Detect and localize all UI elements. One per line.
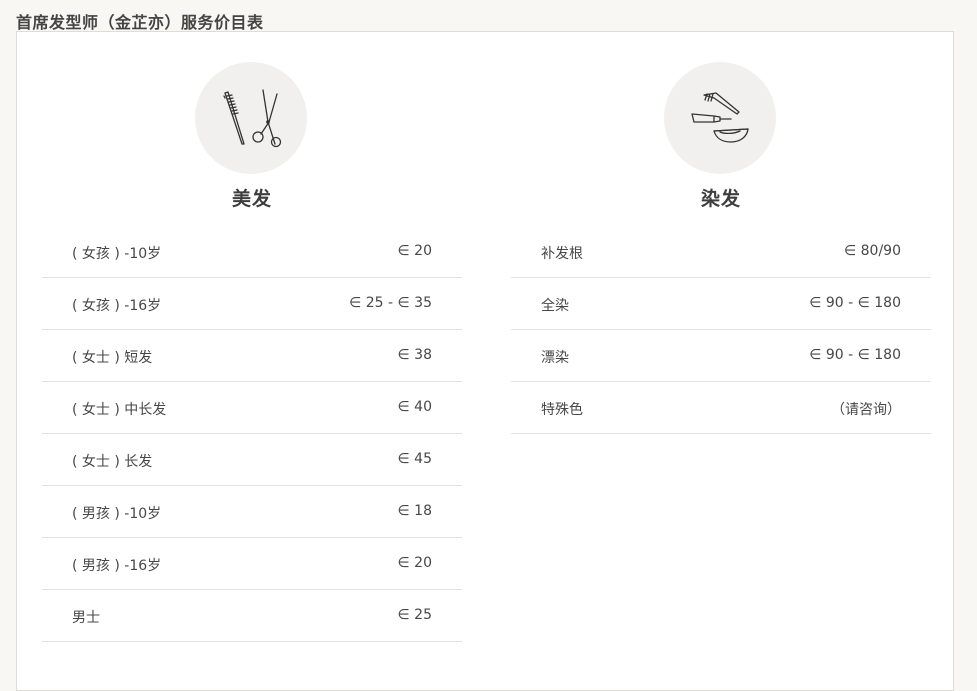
list-item: 补发根 ∈ 80/90 [511, 226, 931, 278]
list-item: ( 女士 ) 短发 ∈ 38 [42, 330, 462, 382]
service-name: ( 女孩 ) -10岁 [72, 246, 162, 262]
service-price: （请咨询） [831, 402, 901, 418]
service-price: ∈ 90 - ∈ 180 [809, 347, 901, 363]
service-price: ∈ 90 - ∈ 180 [809, 295, 901, 311]
list-item: ( 女孩 ) -16岁 ∈ 25 - ∈ 35 [42, 278, 462, 330]
page-title: 首席发型师（金芷亦）服务价目表 [16, 13, 264, 32]
service-name: ( 女士 ) 中长发 [72, 402, 167, 418]
price-list-panel: 美发 ( 女孩 ) -10岁 ∈ 20 ( 女孩 ) -16岁 ∈ 25 - ∈… [16, 31, 954, 691]
service-price: ∈ 25 [397, 607, 432, 623]
coloring-price-list: 补发根 ∈ 80/90 全染 ∈ 90 - ∈ 180 漂染 ∈ 90 - ∈ … [511, 226, 931, 434]
service-name: ( 男孩 ) -16岁 [72, 558, 162, 574]
service-name: ( 女孩 ) -16岁 [72, 298, 162, 314]
list-item: ( 男孩 ) -10岁 ∈ 18 [42, 486, 462, 538]
service-name: ( 女士 ) 短发 [72, 350, 153, 366]
service-price: ∈ 80/90 [844, 243, 901, 259]
list-item: 男士 ∈ 25 [42, 590, 462, 642]
service-price: ∈ 20 [397, 555, 432, 571]
service-name: 男士 [72, 610, 100, 626]
service-price: ∈ 18 [397, 503, 432, 519]
list-item: 漂染 ∈ 90 - ∈ 180 [511, 330, 931, 382]
service-name: 漂染 [541, 350, 569, 366]
service-price: ∈ 45 [397, 451, 432, 467]
service-name: ( 男孩 ) -10岁 [72, 506, 162, 522]
list-item: ( 女士 ) 中长发 ∈ 40 [42, 382, 462, 434]
service-name: 特殊色 [541, 402, 583, 418]
dye-brush-bowl-icon [664, 62, 776, 174]
haircut-price-list: ( 女孩 ) -10岁 ∈ 20 ( 女孩 ) -16岁 ∈ 25 - ∈ 35… [42, 226, 462, 642]
service-price: ∈ 20 [397, 243, 432, 259]
list-item: ( 男孩 ) -16岁 ∈ 20 [42, 538, 462, 590]
section-title-coloring: 染发 [700, 188, 741, 210]
service-price: ∈ 25 - ∈ 35 [349, 295, 432, 311]
service-price: ∈ 40 [397, 399, 432, 415]
list-item: ( 女孩 ) -10岁 ∈ 20 [42, 226, 462, 278]
list-item: 特殊色 （请咨询） [511, 382, 931, 434]
comb-scissors-icon [195, 62, 307, 174]
list-item: 全染 ∈ 90 - ∈ 180 [511, 278, 931, 330]
list-item: ( 女士 ) 长发 ∈ 45 [42, 434, 462, 486]
section-title-haircut: 美发 [231, 188, 272, 210]
service-name: 补发根 [541, 246, 583, 262]
service-name: 全染 [541, 298, 569, 314]
service-price: ∈ 38 [397, 347, 432, 363]
service-name: ( 女士 ) 长发 [72, 454, 153, 470]
